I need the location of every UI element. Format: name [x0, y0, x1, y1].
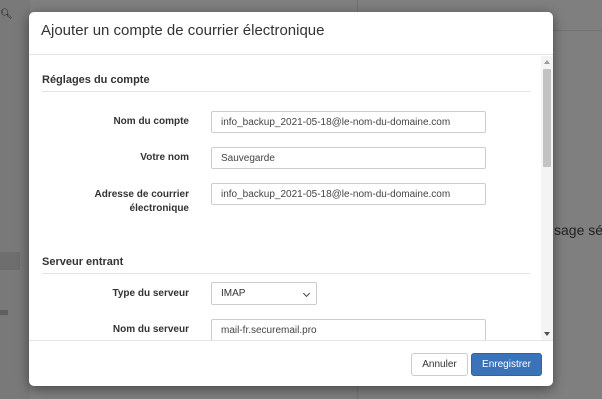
add-email-account-dialog: Ajouter un compte de courrier électroniq…	[29, 12, 553, 386]
email-address-label-line2: électronique	[129, 203, 189, 214]
server-name-label: Nom du serveur	[112, 324, 189, 335]
server-type-label: Type du serveur	[112, 288, 189, 299]
dialog-header: Ajouter un compte de courrier électroniq…	[29, 12, 553, 55]
server-type-value: IMAP	[221, 288, 246, 299]
your-name-input[interactable]	[211, 147, 486, 169]
section-title-incoming-server: Serveur entrant	[42, 256, 124, 268]
section-divider	[42, 273, 530, 274]
account-name-input[interactable]	[211, 111, 486, 133]
server-type-select[interactable]: IMAP	[211, 282, 317, 305]
chevron-down-icon	[302, 289, 311, 298]
section-title-account-settings: Réglages du compte	[42, 74, 150, 86]
scroll-down-arrow-icon[interactable]	[544, 332, 550, 336]
email-address-input[interactable]	[211, 183, 486, 205]
dialog-scrollbar[interactable]	[541, 56, 553, 340]
dialog-body: Réglages du compte Nom du compte Votre n…	[29, 56, 553, 340]
your-name-label: Votre nom	[140, 152, 189, 163]
server-name-input[interactable]	[211, 319, 486, 340]
cancel-button[interactable]: Annuler	[411, 353, 468, 376]
account-name-label: Nom du compte	[113, 116, 189, 127]
scrollbar-thumb[interactable]	[543, 69, 551, 167]
scroll-up-arrow-icon[interactable]	[544, 60, 550, 64]
save-button[interactable]: Enregistrer	[471, 353, 542, 376]
email-address-label-line1: Adresse de courrier	[94, 189, 190, 200]
email-address-label: Adresse de courrier électronique	[69, 188, 190, 216]
section-divider	[42, 91, 530, 92]
dialog-title: Ajouter un compte de courrier électroniq…	[41, 22, 325, 39]
dialog-footer: Annuler Enregistrer	[29, 340, 553, 386]
